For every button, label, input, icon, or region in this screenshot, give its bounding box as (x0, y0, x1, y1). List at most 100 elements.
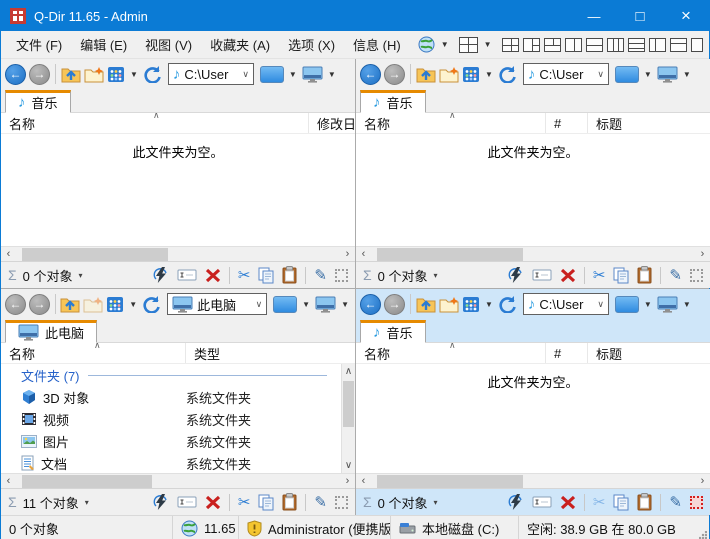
count-dropdown-icon[interactable]: ▾ (434, 498, 438, 507)
view-mode-dropdown-icon[interactable]: ▼ (483, 300, 495, 309)
layout-right-split-button[interactable] (522, 37, 540, 52)
pane-select-icon[interactable] (690, 268, 703, 282)
layout-2col-button[interactable] (564, 37, 582, 52)
tab-this-pc[interactable]: 此电脑 (5, 320, 98, 343)
layout-2row-button[interactable] (585, 37, 603, 52)
tab-music[interactable]: ♪ 音乐 (360, 320, 426, 343)
pane-select-icon[interactable] (335, 495, 348, 509)
quick-actions-icon[interactable] (153, 493, 169, 511)
edit-icon[interactable]: ✎ (314, 266, 327, 284)
language-dropdown-icon[interactable]: ▼ (439, 40, 451, 49)
list-item[interactable]: 视频 系统文件夹 (1, 408, 341, 430)
paste-icon[interactable] (637, 493, 652, 511)
delete-icon[interactable] (560, 268, 576, 283)
copy-icon[interactable] (258, 494, 274, 511)
copy-icon[interactable] (258, 267, 274, 284)
desktop-dropdown-icon[interactable]: ▼ (681, 70, 693, 79)
folder-up-button[interactable] (61, 66, 81, 83)
copy-icon[interactable] (613, 267, 629, 284)
scroll-left-icon[interactable]: ‹ (356, 474, 371, 488)
refresh-button[interactable] (498, 65, 517, 83)
desktop-button[interactable] (657, 66, 678, 83)
scroll-up-icon[interactable]: ∧ (345, 364, 352, 379)
pane-color-dropdown-icon[interactable]: ▼ (642, 70, 654, 79)
edit-icon[interactable]: ✎ (669, 493, 682, 511)
view-mode-dropdown-icon[interactable]: ▼ (128, 70, 140, 79)
scrollbar-thumb[interactable] (377, 247, 524, 261)
rename-icon[interactable] (532, 495, 552, 509)
quick-actions-icon[interactable] (153, 266, 169, 284)
folder-up-button[interactable] (416, 296, 436, 313)
maximize-button[interactable]: □ (617, 1, 663, 31)
desktop-button[interactable] (657, 296, 678, 313)
desktop-button[interactable] (302, 66, 323, 83)
tab-music[interactable]: ♪ 音乐 (360, 90, 426, 113)
menu-options[interactable]: 选项 (X) (279, 31, 344, 58)
view-mode-button[interactable] (462, 296, 480, 313)
forward-button[interactable]: → (29, 63, 50, 85)
column-header-title[interactable]: 标题 (588, 343, 710, 363)
cut-icon[interactable]: ✂ (238, 266, 251, 284)
view-mode-dropdown-icon[interactable]: ▼ (127, 300, 139, 309)
view-mode-button[interactable] (462, 66, 480, 83)
pane-select-icon[interactable] (335, 268, 348, 282)
list-item[interactable]: 图片 系统文件夹 (1, 430, 341, 452)
pane-select-icon-active[interactable] (690, 495, 703, 509)
new-folder-button[interactable] (84, 66, 104, 83)
resize-grip[interactable] (697, 516, 709, 539)
pane-color-dropdown-icon[interactable]: ▼ (287, 70, 299, 79)
tab-music[interactable]: ♪ 音乐 (5, 90, 71, 113)
layout-narrow-top-button[interactable] (669, 37, 687, 52)
scroll-left-icon[interactable]: ‹ (1, 474, 16, 488)
cut-icon[interactable]: ✂ (593, 493, 606, 511)
forward-button[interactable]: → (384, 63, 405, 85)
menu-view[interactable]: 视图 (V) (136, 31, 201, 58)
pane-color-button[interactable] (614, 295, 639, 313)
scrollbar-thumb[interactable] (22, 247, 169, 261)
address-combobox[interactable]: ♪ C:\User ∨ (167, 63, 254, 85)
view-mode-button[interactable] (106, 296, 124, 313)
paste-icon[interactable] (282, 493, 297, 511)
delete-icon[interactable] (205, 268, 221, 283)
layout-quad-button[interactable] (458, 36, 478, 53)
view-mode-button[interactable] (107, 66, 125, 83)
paste-icon[interactable] (282, 266, 297, 284)
paste-icon[interactable] (637, 266, 652, 284)
cut-icon[interactable]: ✂ (238, 493, 251, 511)
file-list[interactable]: 此文件夹为空。 (1, 134, 355, 246)
layout-dropdown-icon[interactable]: ▼ (482, 40, 494, 49)
horizontal-scrollbar[interactable]: ‹ › (1, 473, 355, 488)
horizontal-scrollbar[interactable]: ‹ › (1, 246, 355, 261)
layout-2x2-button[interactable] (501, 37, 519, 52)
scroll-right-icon[interactable]: › (340, 474, 355, 488)
rename-icon[interactable] (177, 495, 197, 509)
quick-actions-icon[interactable] (508, 266, 524, 284)
scrollbar-thumb[interactable] (377, 474, 524, 488)
desktop-button[interactable] (315, 296, 336, 313)
rename-icon[interactable] (532, 268, 552, 282)
close-button[interactable]: × (663, 1, 709, 31)
horizontal-scrollbar[interactable]: ‹ › (356, 246, 710, 261)
scroll-left-icon[interactable]: ‹ (356, 247, 371, 261)
horizontal-scrollbar[interactable]: ‹ › (356, 473, 710, 488)
edit-icon[interactable]: ✎ (314, 493, 327, 511)
delete-icon[interactable] (205, 495, 221, 510)
delete-icon[interactable] (560, 495, 576, 510)
refresh-button[interactable] (143, 65, 162, 83)
scroll-right-icon[interactable]: › (695, 474, 710, 488)
layout-narrow-left-button[interactable] (648, 37, 666, 52)
minimize-button[interactable]: — (571, 1, 617, 31)
file-list[interactable]: 此文件夹为空。 (356, 134, 710, 246)
count-dropdown-icon[interactable]: ▾ (85, 498, 89, 507)
scroll-left-icon[interactable]: ‹ (1, 247, 16, 261)
file-list[interactable]: 此文件夹为空。 (356, 364, 710, 473)
scrollbar-thumb[interactable] (343, 381, 354, 427)
list-item[interactable]: 3D 对象 系统文件夹 (1, 386, 341, 408)
view-mode-dropdown-icon[interactable]: ▼ (483, 70, 495, 79)
pane-color-button[interactable] (259, 65, 284, 83)
back-button[interactable]: ← (360, 63, 381, 85)
cut-icon[interactable]: ✂ (593, 266, 606, 284)
column-header-title[interactable]: 标题 (588, 113, 710, 133)
column-header-type[interactable]: 类型 (186, 343, 341, 363)
layout-3row-button[interactable] (627, 37, 645, 52)
